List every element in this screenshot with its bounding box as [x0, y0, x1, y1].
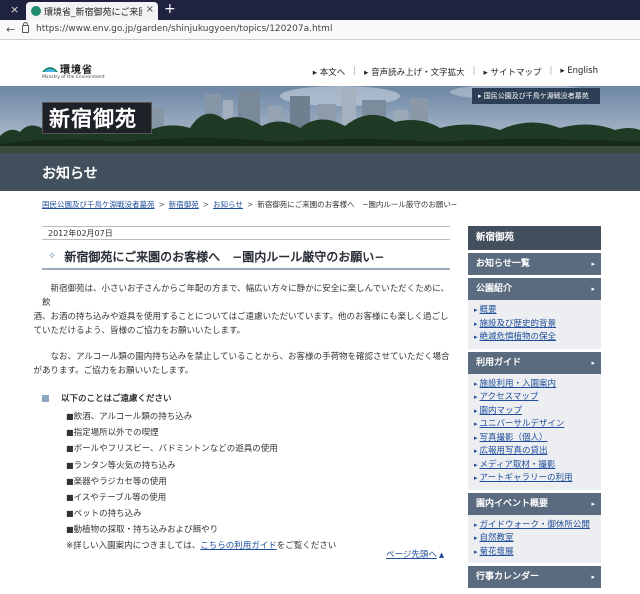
tab-close-icon[interactable]: ×	[146, 4, 154, 15]
list-item: イスやテーブル等の使用	[66, 490, 450, 506]
article-paragraph-1: 新宿御苑は、小さいお子さんからご年配の方まで、幅広い方々に静かに安全に楽しんでい…	[33, 284, 450, 336]
site-header: 環境省 Ministry of the Environment ▸ 本文へ | …	[0, 40, 640, 86]
sidebar-link[interactable]: 園内マップ	[474, 405, 601, 419]
browser-tab-bar: × 環境省_新宿御苑にご来園のお客 × +	[0, 0, 640, 20]
close-icon[interactable]: ×	[10, 3, 19, 16]
list-item: 動植物の採取・持ち込みおよび餌やり	[66, 522, 450, 538]
article-title-text: 新宿御苑にご来園のお客様へ −園内ルール厳守のお願い−	[64, 249, 385, 264]
back-arrow-icon[interactable]: ←	[6, 23, 15, 36]
sidebar-link[interactable]: 写真撮影（個人）	[474, 432, 601, 446]
sidebar-link[interactable]: アクセスマップ	[474, 391, 601, 405]
new-tab-button[interactable]: +	[164, 1, 176, 17]
ministry-logo-icon	[42, 67, 58, 72]
sidebar-header[interactable]: 新宿御苑	[468, 226, 601, 250]
breadcrumb-separator: >	[246, 200, 254, 209]
hero-title: 新宿御苑	[42, 102, 152, 134]
sidebar-item-news[interactable]: お知らせ一覧 ▸	[468, 253, 601, 275]
nav-divider: |	[549, 66, 553, 76]
breadcrumb-link-national-parks[interactable]: 国民公園及び千鳥ケ淵戦没者墓苑	[42, 200, 155, 209]
sidebar-link[interactable]: 施設利用・入園案内	[474, 378, 601, 392]
list-item: 楽器やラジカセ等の使用	[66, 474, 450, 490]
chevron-right-icon: ▸	[591, 285, 595, 293]
article-title: ✧ 新宿御苑にご来園のお客様へ −園内ルール厳守のお願い−	[42, 244, 450, 270]
sidebar-category-calendar[interactable]: 行事カレンダー ▸	[468, 566, 601, 588]
sidebar-link[interactable]: ガイドウォーク・御休所公開	[474, 519, 601, 533]
list-item: ランタン等火気の持ち込み	[66, 458, 450, 474]
sidebar: 新宿御苑 お知らせ一覧▸ 公園紹介▸ 概要 施設及び歴史的背景 絶滅危惧植物の保…	[468, 226, 601, 594]
article-paragraph-2: なお、アルコール類の園内持ち込みを禁止していることから、お客様の手荷物を確認させ…	[33, 352, 450, 376]
list-item: ボールやフリスビー、バドミントンなどの遊具の使用	[66, 441, 450, 457]
sidebar-link[interactable]: 絶滅危惧植物の保全	[474, 331, 601, 345]
list-item: 飲酒、アルコール類の持ち込み	[66, 409, 450, 425]
sidebar-link[interactable]: ユニバーサルデザイン	[474, 418, 601, 432]
section-title-bar: お知らせ	[0, 153, 640, 191]
list-item: 指定場所以外での喫煙	[66, 425, 450, 441]
ministry-logo[interactable]: 環境省 Ministry of the Environment	[42, 60, 105, 80]
sidebar-guide-list: 施設利用・入園案内 アクセスマップ 園内マップ ユニバーサルデザイン 写真撮影（…	[468, 373, 601, 490]
list-item: ペットの持ち込み	[66, 506, 450, 522]
breadcrumb-current: 新宿御苑にご来園のお客様へ −園内ルール厳守のお願い−	[257, 200, 458, 209]
nav-link-skip[interactable]: ▸ 本文へ	[313, 66, 345, 78]
sidebar-link[interactable]: メディア取材・撮影	[474, 459, 601, 473]
sidebar-category-guide[interactable]: 利用ガイド ▸	[468, 351, 601, 374]
breadcrumb-separator: >	[158, 200, 165, 209]
nav-link-sitemap[interactable]: ▸ サイトマップ	[483, 66, 541, 78]
rules-heading: 以下のことはご遠慮ください	[42, 392, 450, 404]
breadcrumb-separator: >	[202, 200, 210, 209]
sidebar-events-list: ガイドウォーク・御休所公開 自然教室 菊花壇展	[468, 514, 601, 563]
address-bar[interactable]: ← https://www.env.go.jp/garden/shinjukug…	[0, 20, 640, 40]
sidebar-link[interactable]: 菊花壇展	[474, 546, 601, 560]
article: 2012年02月07日 ✧ 新宿御苑にご来園のお客様へ −園内ルール厳守のお願い…	[33, 226, 450, 553]
breadcrumb-link-shinjuku-gyoen[interactable]: 新宿御苑	[169, 200, 199, 209]
article-date: 2012年02月07日	[42, 226, 450, 240]
chevron-right-icon: ▸	[591, 358, 595, 367]
nav-divider: |	[353, 66, 357, 76]
sidebar-category-intro[interactable]: 公園紹介 ▸	[468, 278, 601, 300]
arrow-up-icon: ▲	[438, 551, 445, 559]
square-bullet-icon	[42, 394, 49, 402]
diamond-icon: ✧	[48, 250, 57, 262]
tab-title: 環境省_新宿御苑にご来園のお客	[44, 8, 142, 18]
chevron-right-icon: ▸	[591, 573, 595, 581]
usage-guide-link[interactable]: こちらの利用ガイド	[200, 541, 277, 551]
breadcrumb-link-news[interactable]: お知らせ	[213, 200, 243, 209]
chevron-right-icon: ▸	[591, 260, 595, 268]
browser-tab[interactable]: 環境省_新宿御苑にご来園のお客 ×	[26, 2, 158, 20]
sidebar-link[interactable]: アートギャラリーの利用	[474, 472, 601, 486]
favicon-icon	[31, 6, 41, 16]
logo-text: 環境省	[60, 65, 93, 76]
nav-divider: |	[472, 66, 476, 76]
top-navigation: ▸ 本文へ | ▸ 音声読み上げ・文字拡大 | ▸ サイトマップ | ▸ Eng…	[313, 66, 598, 78]
page-top-link[interactable]: ページ先頭へ ▲	[386, 548, 444, 560]
sidebar-link[interactable]: 広報用写真の貸出	[474, 445, 601, 459]
hero-badge-link[interactable]: ▸ 国民公園及び千鳥ケ淵戦没者墓苑	[472, 88, 600, 104]
url-text[interactable]: https://www.env.go.jp/garden/shinjukugyo…	[36, 24, 332, 34]
sidebar-category-events[interactable]: 園内イベント概要 ▸	[468, 492, 601, 515]
nav-link-voice[interactable]: ▸ 音声読み上げ・文字拡大	[364, 66, 464, 78]
sidebar-link[interactable]: 施設及び歴史的背景	[474, 318, 601, 332]
chevron-right-icon: ▸	[591, 499, 595, 508]
sidebar-intro-list: 概要 施設及び歴史的背景 絶滅危惧植物の保全	[468, 300, 601, 349]
nav-link-english[interactable]: ▸ English	[560, 66, 598, 78]
rules-list: 飲酒、アルコール類の持ち込み 指定場所以外での喫煙 ボールやフリスビー、バドミン…	[42, 409, 450, 539]
logo-subtitle: Ministry of the Environment	[42, 75, 105, 80]
sidebar-link[interactable]: 自然教室	[474, 532, 601, 546]
lock-icon	[22, 22, 29, 33]
sidebar-link[interactable]: 概要	[474, 304, 601, 318]
breadcrumb: 国民公園及び千鳥ケ淵戦没者墓苑 > 新宿御苑 > お知らせ > 新宿御苑にご来園のお客様へ …	[42, 199, 602, 210]
section-title: お知らせ	[42, 166, 98, 182]
